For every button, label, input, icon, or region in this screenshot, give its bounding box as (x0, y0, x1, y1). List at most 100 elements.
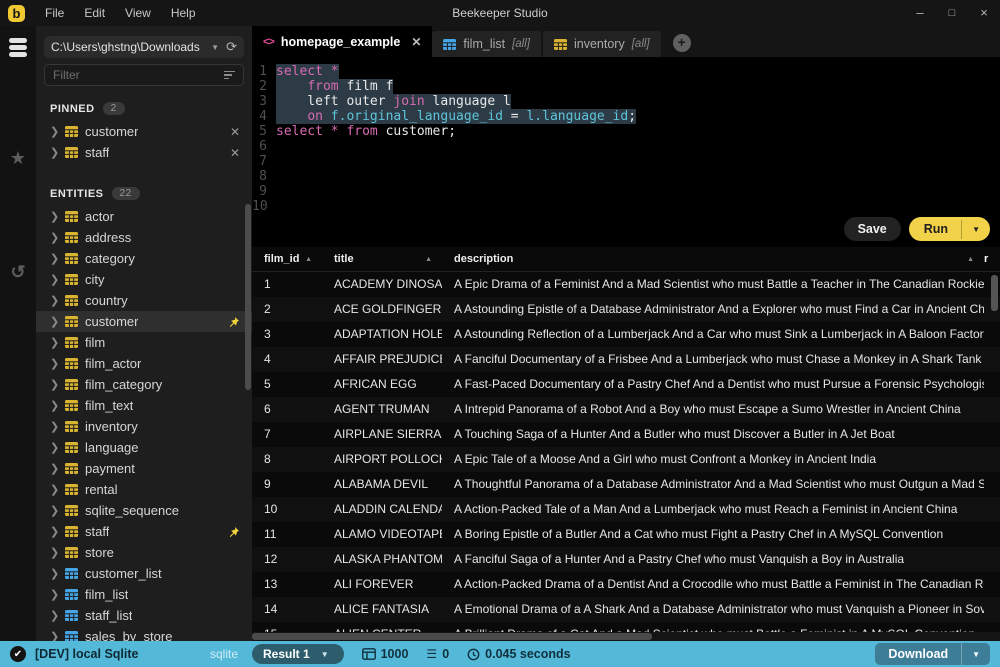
cell-title[interactable]: ACADEMY DINOSAUR (322, 272, 442, 297)
cell-film-id[interactable]: 8 (252, 447, 322, 472)
cell-film-id[interactable]: 7 (252, 422, 322, 447)
cell-description[interactable]: A Astounding Epistle of a Database Admin… (442, 297, 984, 322)
cell-title[interactable]: AIRPORT POLLOCK (322, 447, 442, 472)
entity-item-address[interactable]: ❯ address (36, 227, 252, 248)
code-line-4[interactable]: 4 on f.original_language_id = l.language… (252, 109, 1000, 124)
cell-description[interactable]: A Fast-Paced Documentary of a Pastry Che… (442, 372, 984, 397)
database-path-select[interactable]: C:\Users\ghstng\Downloads ▼ ⟳ (44, 36, 244, 58)
cell-description[interactable]: A Epic Drama of a Feminist And a Mad Sci… (442, 272, 984, 297)
menu-file[interactable]: File (45, 6, 64, 20)
tab-film_list[interactable]: film_list [all] (432, 31, 541, 57)
chevron-right-icon[interactable]: ❯ (50, 483, 58, 496)
chevron-right-icon[interactable]: ❯ (50, 210, 58, 223)
entities-section-header[interactable]: ENTITIES 22 (36, 163, 252, 206)
sort-icon[interactable]: ▲ (305, 256, 312, 263)
entity-item-film[interactable]: ❯ film (36, 332, 252, 353)
cell-description[interactable]: A Astounding Reflection of a Lumberjack … (442, 322, 984, 347)
chevron-right-icon[interactable]: ❯ (50, 357, 58, 370)
cell-film-id[interactable]: 5 (252, 372, 322, 397)
entity-item-film_list[interactable]: ❯ film_list (36, 584, 252, 605)
chevron-right-icon[interactable]: ❯ (50, 378, 58, 391)
cell-title[interactable]: ACE GOLDFINGER (322, 297, 442, 322)
table-row[interactable]: 12 ALASKA PHANTOM A Fanciful Saga of a H… (252, 547, 1000, 572)
entity-item-country[interactable]: ❯ country (36, 290, 252, 311)
result-selector[interactable]: Result 1 ▼ (252, 644, 344, 664)
cell-description[interactable]: A Epic Tale of a Moose And a Girl who mu… (442, 447, 984, 472)
cell-title[interactable]: ALICE FANTASIA (322, 597, 442, 622)
cell-title[interactable]: ALABAMA DEVIL (322, 472, 442, 497)
code-line-5[interactable]: 5 select * from customer; (252, 124, 1000, 139)
cell-title[interactable]: ADAPTATION HOLES (322, 322, 442, 347)
code-line-10[interactable]: 10 (252, 199, 1000, 214)
unpin-close-icon[interactable]: ✕ (230, 125, 240, 139)
cell-title[interactable]: AIRPLANE SIERRA (322, 422, 442, 447)
pinned-section-header[interactable]: PINNED 2 (36, 86, 252, 121)
cell-film-id[interactable]: 9 (252, 472, 322, 497)
cell-film-id[interactable]: 4 (252, 347, 322, 372)
cell-description[interactable]: A Thoughtful Panorama of a Database Admi… (442, 472, 984, 497)
chevron-right-icon[interactable]: ❯ (50, 462, 58, 475)
minimize-button[interactable]: – (904, 0, 936, 26)
close-button[interactable]: × (968, 0, 1000, 26)
cell-film-id[interactable]: 12 (252, 547, 322, 572)
cell-title[interactable]: ALADDIN CALENDAR (322, 497, 442, 522)
sql-editor[interactable]: 1 select * 2 from film f 3 left outer jo… (252, 57, 1000, 247)
chevron-right-icon[interactable]: ❯ (50, 231, 58, 244)
chevron-right-icon[interactable]: ❯ (50, 294, 58, 307)
tab-homepage_example[interactable]: <>homepage_example ✕ (252, 26, 432, 57)
chevron-right-icon[interactable]: ❯ (50, 315, 58, 328)
table-row[interactable]: 7 AIRPLANE SIERRA A Touching Saga of a H… (252, 422, 1000, 447)
chevron-right-icon[interactable]: ❯ (50, 525, 58, 538)
chevron-right-icon[interactable]: ❯ (50, 567, 58, 580)
table-row[interactable]: 13 ALI FOREVER A Action-Packed Drama of … (252, 572, 1000, 597)
chevron-right-icon[interactable]: ❯ (50, 630, 58, 641)
run-dropdown-caret-icon[interactable]: ▼ (961, 220, 990, 239)
menu-view[interactable]: View (125, 6, 151, 20)
download-dropdown-caret-icon[interactable]: ▼ (961, 643, 990, 665)
cell-title[interactable]: ALASKA PHANTOM (322, 547, 442, 572)
cell-description[interactable]: A Boring Epistle of a Butler And a Cat w… (442, 522, 984, 547)
chevron-right-icon[interactable]: ❯ (50, 588, 58, 601)
cell-title[interactable]: AFFAIR PREJUDICE (322, 347, 442, 372)
cell-description[interactable]: A Emotional Drama of a A Shark And a Dat… (442, 597, 984, 622)
column-header-clipped[interactable]: r (984, 253, 1000, 265)
chevron-right-icon[interactable]: ❯ (50, 273, 58, 286)
entity-item-film_text[interactable]: ❯ film_text (36, 395, 252, 416)
pin-icon[interactable] (228, 526, 240, 538)
entity-item-sqlite_sequence[interactable]: ❯ sqlite_sequence (36, 500, 252, 521)
cell-title[interactable]: ALAMO VIDEOTAPE (322, 522, 442, 547)
entity-item-category[interactable]: ❯ category (36, 248, 252, 269)
chevron-right-icon[interactable]: ❯ (50, 504, 58, 517)
entity-item-film_actor[interactable]: ❯ film_actor (36, 353, 252, 374)
table-row[interactable]: 1 ACADEMY DINOSAUR A Epic Drama of a Fem… (252, 272, 1000, 297)
table-row[interactable]: 9 ALABAMA DEVIL A Thoughtful Panorama of… (252, 472, 1000, 497)
new-tab-button[interactable]: + (673, 34, 691, 52)
download-button-label[interactable]: Download (875, 643, 961, 665)
table-row[interactable]: 2 ACE GOLDFINGER A Astounding Epistle of… (252, 297, 1000, 322)
tab-close-icon[interactable]: ✕ (411, 35, 421, 49)
table-row[interactable]: 8 AIRPORT POLLOCK A Epic Tale of a Moose… (252, 447, 1000, 472)
refresh-icon[interactable]: ⟳ (226, 39, 237, 55)
chevron-right-icon[interactable]: ❯ (50, 546, 58, 559)
cell-description[interactable]: A Fanciful Documentary of a Frisbee And … (442, 347, 984, 372)
entity-item-staff_list[interactable]: ❯ staff_list (36, 605, 252, 626)
entity-item-staff[interactable]: ❯ staff (36, 521, 252, 542)
cell-description[interactable]: A Intrepid Panorama of a Robot And a Boy… (442, 397, 984, 422)
cell-film-id[interactable]: 3 (252, 322, 322, 347)
cell-title[interactable]: AFRICAN EGG (322, 372, 442, 397)
table-row[interactable]: 14 ALICE FANTASIA A Emotional Drama of a… (252, 597, 1000, 622)
cell-film-id[interactable]: 10 (252, 497, 322, 522)
chevron-right-icon[interactable]: ❯ (50, 420, 58, 433)
horizontal-scrollbar-thumb[interactable] (252, 633, 652, 640)
history-icon[interactable]: ↺ (0, 262, 36, 283)
pinned-item-staff[interactable]: ❯ staff ✕ (36, 142, 252, 163)
chevron-right-icon[interactable]: ❯ (50, 125, 58, 138)
chevron-right-icon[interactable]: ❯ (50, 252, 58, 265)
entity-item-store[interactable]: ❯ store (36, 542, 252, 563)
cell-title[interactable]: ALI FOREVER (322, 572, 442, 597)
chevron-right-icon[interactable]: ❯ (50, 399, 58, 412)
tab-inventory[interactable]: inventory [all] (543, 31, 661, 57)
pinned-item-customer[interactable]: ❯ customer ✕ (36, 121, 252, 142)
code-line-6[interactable]: 6 (252, 139, 1000, 154)
database-icon[interactable] (0, 36, 36, 59)
